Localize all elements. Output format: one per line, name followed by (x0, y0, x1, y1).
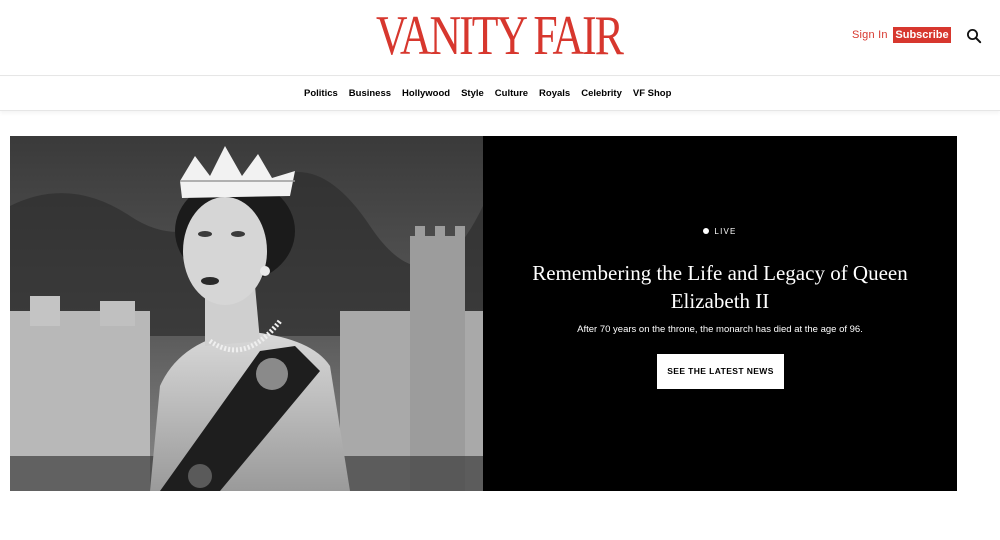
nav-item-vf-shop[interactable]: VF Shop (633, 88, 672, 99)
nav-item-celebrity[interactable]: Celebrity (581, 88, 622, 99)
hero-photo[interactable] (10, 136, 483, 491)
nav-item-business[interactable]: Business (349, 88, 391, 99)
portrait-illustration (10, 136, 483, 491)
hero-headline[interactable]: Remembering the Life and Legacy of Queen… (503, 259, 937, 315)
vanity-fair-logo[interactable]: VANITY FAIR (376, 8, 624, 64)
nav-item-hollywood[interactable]: Hollywood (402, 88, 450, 99)
hero-feature[interactable]: LIVE Remembering the Life and Legacy of … (10, 136, 957, 491)
hero-text-panel: LIVE Remembering the Life and Legacy of … (483, 136, 957, 491)
nav-item-culture[interactable]: Culture (495, 88, 528, 99)
site-header: VANITY FAIR Sign In Subscribe (0, 0, 1000, 76)
hero-dek: After 70 years on the throne, the monarc… (577, 324, 863, 335)
sign-in-link[interactable]: Sign In (852, 29, 888, 41)
main-nav: Politics Business Hollywood Style Cultur… (0, 77, 1000, 111)
nav-item-politics[interactable]: Politics (304, 88, 338, 99)
nav-item-style[interactable]: Style (461, 88, 484, 99)
nav-items: Politics Business Hollywood Style Cultur… (304, 88, 682, 99)
live-label: LIVE (714, 227, 737, 236)
search-icon[interactable] (966, 28, 982, 44)
live-dot-icon (703, 228, 710, 234)
subscribe-button[interactable]: Subscribe (893, 27, 951, 43)
nav-item-royals[interactable]: Royals (539, 88, 570, 99)
see-latest-news-button[interactable]: SEE THE LATEST NEWS (657, 354, 784, 389)
live-indicator: LIVE (483, 227, 957, 236)
